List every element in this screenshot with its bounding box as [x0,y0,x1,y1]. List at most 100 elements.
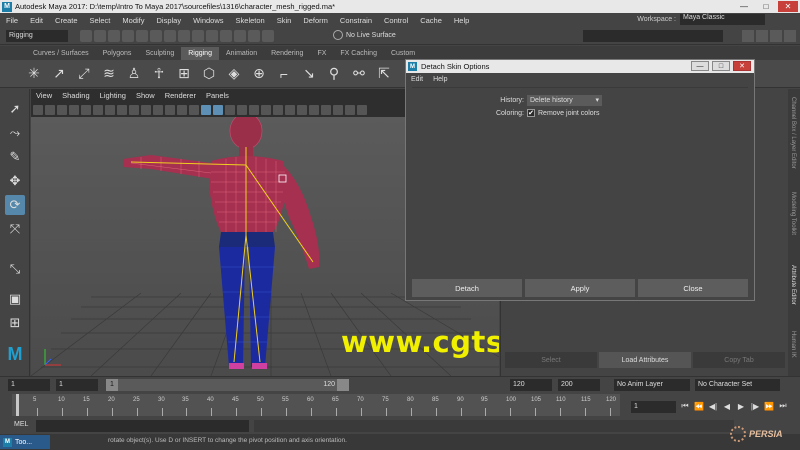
command-input[interactable] [36,420,249,432]
menu-cache[interactable]: Cache [414,16,448,25]
menu-skin[interactable]: Skin [271,16,298,25]
grease-pencil-icon[interactable] [93,105,103,115]
attribute-editor-icon[interactable] [756,30,768,42]
aim-constraint-icon[interactable]: ↘ [299,64,319,84]
grid-icon[interactable] [105,105,115,115]
shadows-icon[interactable] [261,105,271,115]
shelf-tab-rendering[interactable]: Rendering [264,47,310,60]
menu-constrain[interactable]: Constrain [334,16,378,25]
create-joints-icon[interactable]: ✳ [24,64,44,84]
menu-file[interactable]: File [0,16,24,25]
animation-start-field[interactable]: 1 [8,379,50,391]
ambient-occlusion-icon[interactable] [273,105,283,115]
menu-create[interactable]: Create [49,16,84,25]
range-slider-right-handle[interactable] [337,379,349,391]
depth-of-field-icon[interactable] [309,105,319,115]
last-tool-icon[interactable]: ⤡ [5,259,25,279]
shelf-tab-sculpting[interactable]: Sculpting [138,47,181,60]
menu-set-dropdown[interactable]: Rigging [6,30,68,42]
select-component-icon[interactable] [178,30,190,42]
workspace-dropdown[interactable]: Maya Classic [680,14,765,25]
camera-attributes-icon[interactable] [45,105,55,115]
range-slider[interactable]: 1 120 [106,379,349,391]
undo-icon[interactable] [122,30,134,42]
remove-joint-colors-checkbox[interactable]: ✔ [527,109,535,117]
motion-blur-icon[interactable] [285,105,295,115]
point-constraint-icon[interactable]: ⌐ [274,64,294,84]
dialog-title-bar[interactable]: M Detach Skin Options — □ ✕ [406,60,754,73]
textured-icon[interactable] [237,105,247,115]
image-plane-icon[interactable] [69,105,79,115]
play-forwards-icon[interactable]: ▶ [736,400,746,412]
step-back-key-icon[interactable]: ⏪ [694,400,704,412]
snap-grid-icon[interactable] [192,30,204,42]
character-mesh[interactable] [123,117,320,369]
script-language-toggle[interactable]: MEL [14,421,28,428]
dialog-minimize-button[interactable]: — [691,61,709,71]
orient-constraint-icon[interactable]: ⊕ [249,64,269,84]
select-button[interactable]: Select [505,352,597,368]
step-forward-frame-icon[interactable]: |▶ [750,400,760,412]
animation-end-field[interactable]: 200 [558,379,600,391]
use-all-lights-icon[interactable] [249,105,259,115]
apply-button[interactable]: Apply [525,279,635,297]
wrap-icon[interactable]: ◈ [224,64,244,84]
load-attributes-button[interactable]: Load Attributes [599,352,691,368]
history-dropdown[interactable]: Delete history ▾ [527,94,602,106]
bookmark-icon[interactable] [57,105,67,115]
play-backwards-icon[interactable]: ◀ [722,400,732,412]
viewport-menu-renderer[interactable]: Renderer [160,91,201,102]
paint-select-icon[interactable]: ✎ [5,147,25,167]
current-frame-field[interactable]: 1 [631,401,676,413]
dialog-maximize-button[interactable]: □ [712,61,730,71]
cluster-icon[interactable]: ⬡ [199,64,219,84]
safe-action-icon[interactable] [165,105,175,115]
modeling-toolkit-icon[interactable] [742,30,754,42]
shelf-tab-animation[interactable]: Animation [219,47,264,60]
snap-curve-icon[interactable] [206,30,218,42]
xray-components-icon[interactable] [357,105,367,115]
dialog-menu-edit[interactable]: Edit [406,76,428,83]
go-to-end-icon[interactable]: ⏭ [778,400,788,412]
side-tab-human-ik[interactable]: Human IK [790,331,796,358]
quick-rig-icon[interactable]: ☥ [149,64,169,84]
ik-handle-icon[interactable]: ⤢ [74,64,94,84]
menu-windows[interactable]: Windows [187,16,229,25]
side-tab-modeling-toolkit[interactable]: Modeling Toolkit [790,192,796,235]
shelf-tab-curves-surfaces[interactable]: Curves / Surfaces [26,47,96,60]
menu-display[interactable]: Display [151,16,188,25]
smooth-shade-icon[interactable] [201,105,211,115]
resolution-gate-icon[interactable] [129,105,139,115]
range-slider-left-handle[interactable]: 1 [106,379,118,391]
snap-point-icon[interactable] [220,30,232,42]
dialog-close-icon[interactable]: ✕ [733,61,751,71]
select-tool-icon[interactable]: ➚ [5,99,25,119]
minimize-button[interactable]: — [734,1,754,12]
select-object-icon[interactable] [164,30,176,42]
anti-aliasing-icon[interactable] [297,105,307,115]
2d-pan-icon[interactable] [81,105,91,115]
camera-icon[interactable] [33,105,43,115]
copy-tab-button[interactable]: Copy Tab [693,352,785,368]
safe-title-icon[interactable] [177,105,187,115]
menu-deform[interactable]: Deform [297,16,334,25]
tool-settings-icon[interactable] [770,30,782,42]
lattice-icon[interactable]: ⊞ [174,64,194,84]
time-slider-track[interactable]: 5 10 15 20 25 30 35 40 45 50 55 60 65 70 75 80 85 90 95 100… [12,394,620,416]
xray-joints-icon[interactable] [345,105,355,115]
menu-help[interactable]: Help [448,16,475,25]
rotate-tool-icon[interactable]: ⟳ [5,195,25,215]
pole-vector-icon[interactable]: ⚯ [349,64,369,84]
channel-box-icon[interactable] [784,30,796,42]
layout-single-icon[interactable]: ▣ [5,289,25,309]
menu-control[interactable]: Control [378,16,414,25]
scale-constraint-icon[interactable]: ⇱ [374,64,394,84]
detach-button[interactable]: Detach [412,279,522,297]
playback-end-field[interactable]: 120 [510,379,552,391]
film-gate-icon[interactable] [117,105,127,115]
shelf-tab-polygons[interactable]: Polygons [96,47,139,60]
viewport-menu-panels[interactable]: Panels [201,91,234,102]
xray-icon[interactable] [333,105,343,115]
side-tab-channel-box[interactable]: Channel Box / Layer Editor [790,97,796,169]
ik-spline-icon[interactable]: ≋ [99,64,119,84]
